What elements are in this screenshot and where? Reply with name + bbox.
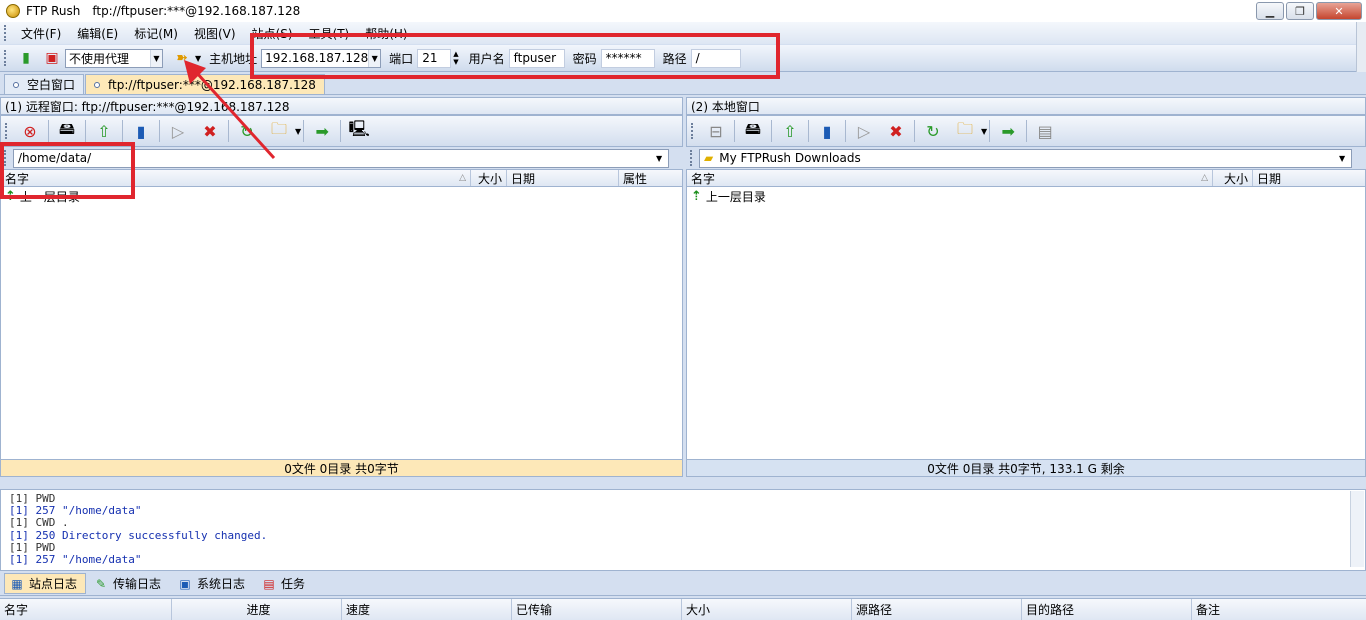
log-line: [1] 250 Directory successfully changed. [9,528,268,542]
local-path-select[interactable]: ▰ My FTPRush Downloads ▼ [699,148,1352,168]
col-date[interactable]: 日期 [1253,170,1365,186]
queue-icon[interactable]: ▤ [1033,119,1057,143]
menu-mark[interactable]: 标记(M) [126,25,186,42]
log-line: [1] 257 "/home/data" [9,553,142,567]
queue-col-dest-path[interactable]: 目的路径 [1022,599,1192,620]
local-toolbar: ⊟ 🖴 ⇧ ▮ ▷ ✖ ↻ 🗀 ▼ ➡ ▤ [686,115,1366,147]
maximize-button[interactable]: ❐ [1286,2,1314,20]
log-line: [1] 257 "/home/data" [9,504,142,518]
log-tabs: ▦ 站点日志 ✎ 传输日志 ▣ 系统日志 ▤ 任务 [0,572,1366,596]
folder-check-icon[interactable]: 🗀 [953,119,977,143]
parent-folder-icon[interactable]: ⇧ [92,119,116,143]
proxy-select[interactable]: 不使用代理 ▼ [65,48,163,68]
local-pane: (2) 本地窗口 ⊟ 🖴 ⇧ ▮ ▷ ✖ ↻ 🗀 ▼ ➡ ▤ ▰ My FTPRu… [686,97,1366,487]
annotation-arrow [184,60,276,160]
window-controls: ▁ ❐ ✕ [1254,2,1362,20]
remote-status: 0文件 0目录 共0字节 [0,459,683,477]
local-file-list[interactable]: ⇡ 上一层目录 [686,187,1366,459]
tab-dot-icon [13,81,19,88]
local-status: 0文件 0目录 共0字节, 133.1 G 剩余 [686,459,1366,477]
menu-view[interactable]: 视图(V) [186,25,244,42]
tab-tasks[interactable]: ▤ 任务 [256,573,314,594]
tab-transfer-log[interactable]: ✎ 传输日志 [88,573,170,594]
queue-col-notes[interactable]: 备注 [1192,599,1366,620]
col-date[interactable]: 日期 [507,170,619,186]
refresh-icon[interactable]: ↻ [921,119,945,143]
folder-icon: ▰ [704,151,714,165]
toolbar-grip[interactable] [691,123,694,139]
site-log[interactable]: [1] PWD [1] 257 "/home/data" [1] CWD . [… [0,489,1366,571]
queue-col-name[interactable]: 名字 [0,599,172,620]
chevron-down-icon[interactable]: ▼ [981,127,987,136]
tab-dot-icon [94,81,101,88]
title-bar: FTP Rush ftp://ftpuser:***@192.168.187.1… [0,0,1366,22]
queue-column-header: 名字 进度 速度 已传输 大小 源路径 目的路径 备注 [0,598,1366,620]
reconnect-icon[interactable]: 🖴 [55,119,79,143]
close-icon: ✕ [1334,4,1344,18]
disconnect-icon[interactable]: ⊗ [18,119,42,143]
connect-icon[interactable]: ▮ [15,47,37,69]
parent-folder-icon[interactable]: ⇧ [778,119,802,143]
local-column-header: 名字 △ 大小 日期 [686,169,1366,187]
app-name: FTP Rush [26,4,81,18]
log-line: [1] PWD [9,492,56,505]
toolbar-grip[interactable] [4,25,7,41]
remote-file-list[interactable]: ⇡ 上一层目录 [0,187,683,459]
chevron-down-icon: ▼ [1339,153,1346,163]
menu-file[interactable]: 文件(F) [13,25,69,42]
col-size[interactable]: 大小 [471,170,507,186]
window-title-url: ftp://ftpuser:***@192.168.187.128 [92,4,301,18]
toolbar-grip[interactable] [690,150,693,166]
queue-col-transferred[interactable]: 已传输 [512,599,682,620]
col-attributes[interactable]: 属性 [619,170,682,186]
drive-icon[interactable]: ⊟ [704,119,728,143]
toolbar-overflow[interactable] [1356,22,1366,72]
delete-icon[interactable]: ✖ [884,119,908,143]
log-line: [1] CWD . [9,516,69,530]
log-line: [1] PWD [9,540,56,554]
minimize-button[interactable]: ▁ [1256,2,1284,20]
list-item[interactable]: ⇡ 上一层目录 [687,187,1365,205]
queue-col-progress[interactable]: 进度 [172,599,342,620]
col-name[interactable]: 名字 △ [687,170,1213,186]
remote-pane-title: (1) 远程窗口: ftp://ftpuser:***@192.168.187.… [0,97,683,115]
transfer-arrow-icon[interactable]: ➡ [996,119,1020,143]
toolbar-grip[interactable] [5,123,8,139]
bookmark-icon[interactable]: ▮ [815,119,839,143]
sort-icon: △ [1201,173,1208,183]
queue-col-size[interactable]: 大小 [682,599,852,620]
disconnect-icon[interactable]: ▣ [41,47,63,69]
highlight-box-connection [250,33,780,79]
play-icon[interactable]: ▷ [852,119,876,143]
chevron-down-icon[interactable]: ▼ [295,127,301,136]
chevron-down-icon: ▼ [656,153,663,163]
tasks-icon: ▤ [263,576,275,591]
tab-system-log[interactable]: ▣ 系统日志 [172,573,254,594]
system-log-icon: ▣ [179,576,191,591]
sort-icon: △ [459,173,466,183]
transfer-arrow-icon[interactable]: ➡ [310,119,334,143]
reconnect-icon[interactable]: 🖴 [741,119,765,143]
close-button[interactable]: ✕ [1316,2,1362,20]
site-log-icon: ▦ [11,576,23,591]
restore-icon: ❐ [1295,4,1305,18]
queue-col-source-path[interactable]: 源路径 [852,599,1022,620]
col-size[interactable]: 大小 [1213,170,1253,186]
parent-dir-icon: ⇡ [691,188,702,204]
local-pane-title: (2) 本地窗口 [686,97,1366,115]
log-scrollbar[interactable] [1350,491,1364,567]
tab-blank-window[interactable]: 空白窗口 [4,74,85,94]
menu-edit[interactable]: 编辑(E) [69,25,126,42]
minimize-icon: ▁ [1265,4,1275,18]
transfer-log-icon: ✎ [95,576,107,591]
queue-col-speed[interactable]: 速度 [342,599,512,620]
toolbar-grip[interactable] [4,50,7,66]
app-logo-icon [6,4,20,18]
highlight-box-remote-path [0,142,135,199]
tab-site-log[interactable]: ▦ 站点日志 [4,573,87,594]
terminal-icon[interactable]: 🖳 [347,119,371,143]
local-path-row: ▰ My FTPRush Downloads ▼ [686,147,1366,169]
chevron-down-icon: ▼ [150,49,162,67]
bookmark-icon[interactable]: ▮ [129,119,153,143]
